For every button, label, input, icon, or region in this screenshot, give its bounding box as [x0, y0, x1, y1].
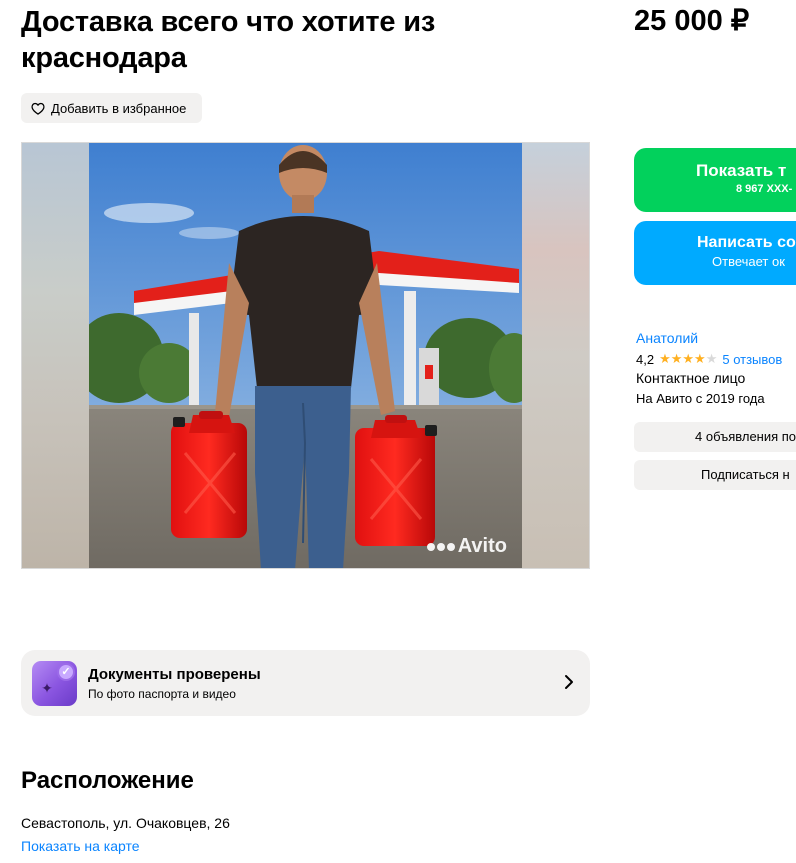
star-icon: ★	[670, 351, 683, 366]
avito-logo-icon	[426, 542, 455, 551]
show-on-map-link[interactable]: Показать на карте	[21, 838, 140, 854]
documents-verified-subtitle: По фото паспорта и видео	[88, 687, 236, 701]
seller-rating: 4,2 ★★★★★ 5 отзывов	[636, 351, 782, 367]
seller-ads-button[interactable]: 4 объявления по	[634, 422, 796, 452]
gallery-prev-blur[interactable]	[22, 143, 89, 568]
star-icon: ★	[705, 351, 718, 366]
listing-photo[interactable]	[89, 143, 523, 568]
add-to-favorites-label: Добавить в избранное	[51, 100, 187, 116]
star-icon: ★	[659, 351, 671, 366]
verified-documents-icon: ✦ ✓	[32, 661, 77, 706]
subscribe-button[interactable]: Подписаться н	[634, 460, 796, 490]
reviews-link[interactable]: 5 отзывов	[722, 352, 782, 367]
star-icon: ★	[694, 351, 706, 366]
seller-since: На Авито с 2019 года	[636, 391, 765, 406]
phone-masked: 8 967 XXX-	[736, 183, 793, 195]
show-phone-label: Показать т	[696, 161, 787, 180]
photo-gallery[interactable]: Avito	[21, 142, 590, 569]
add-to-favorites-button[interactable]: Добавить в избранное	[21, 93, 203, 123]
listing-price: 25 000 ₽	[634, 5, 750, 37]
avito-watermark-label: Avito	[457, 535, 507, 557]
seller-name-link[interactable]: Анатолий	[636, 330, 698, 346]
rating-stars: ★★★★★	[659, 351, 717, 367]
write-message-button[interactable]: Написать со Отвечает ок	[634, 221, 796, 285]
response-time: Отвечает ок	[712, 254, 785, 269]
star-icon: ★	[682, 351, 695, 366]
heart-icon	[31, 102, 45, 115]
address: Севастополь, ул. Очаковцев, 26	[21, 815, 230, 831]
write-message-label: Написать со	[697, 234, 796, 251]
listing-title: Доставка всего что хотите из краснодара	[21, 6, 436, 74]
location-heading: Расположение	[21, 767, 194, 794]
avito-watermark: Avito	[426, 535, 507, 558]
chevron-right-icon	[565, 675, 573, 689]
show-phone-button[interactable]: Показать т 8 967 XXX-	[634, 148, 796, 212]
documents-verified-card[interactable]: ✦ ✓ Документы проверены По фото паспорта…	[21, 650, 590, 716]
rating-value: 4,2	[636, 351, 655, 367]
gallery-next-blur[interactable]	[522, 143, 589, 568]
seller-role: Контактное лицо	[636, 370, 746, 386]
documents-verified-title: Документы проверены	[88, 666, 261, 683]
